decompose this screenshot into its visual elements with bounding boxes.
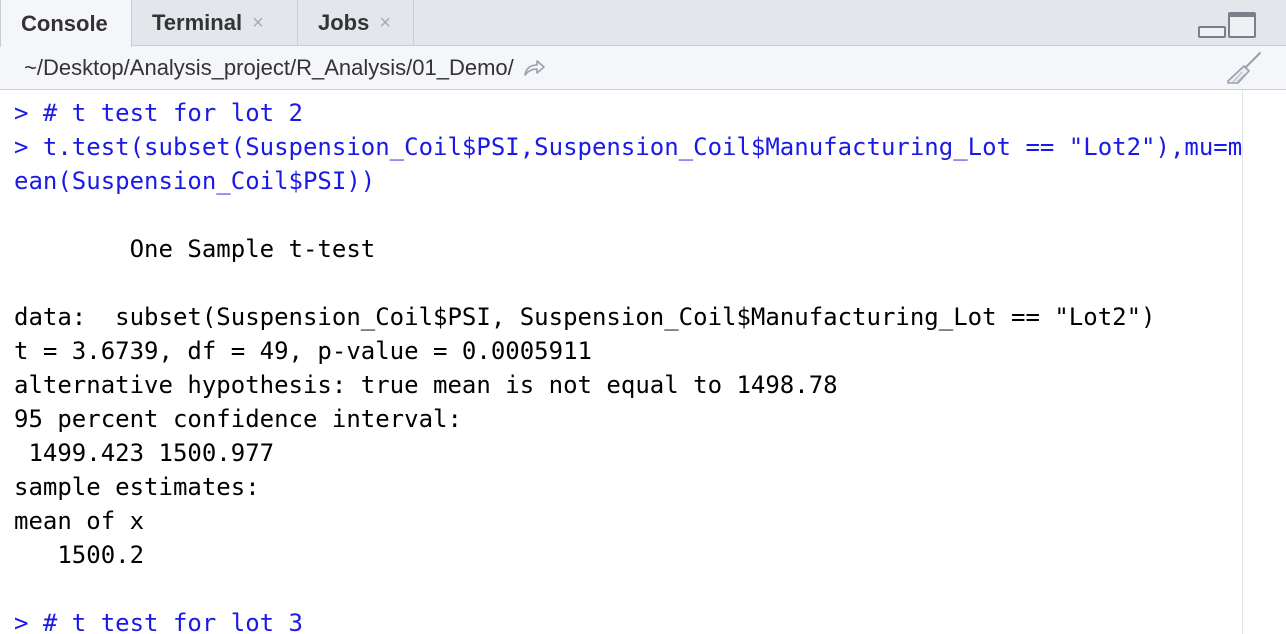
console-scrollbar[interactable] [1242, 90, 1286, 634]
goto-directory-icon[interactable] [522, 58, 546, 78]
console-output-line: 1500.2 [14, 541, 145, 569]
console-command-line: > # t test for lot 2 [14, 99, 303, 127]
tab-console-label: Console [21, 10, 108, 36]
close-icon[interactable]: × [379, 12, 391, 35]
console-output[interactable]: > # t test for lot 2 > t.test(subset(Susp… [0, 90, 1242, 634]
working-directory-bar: ~/Desktop/Analysis_project/R_Analysis/01… [0, 46, 1286, 90]
console-command-line: > # t test for lot 3 [14, 609, 303, 634]
console-output-line: data: subset(Suspension_Coil$PSI, Suspen… [14, 303, 1156, 331]
console-output-line: sample estimates: [14, 473, 260, 501]
console-command-line: ean(Suspension_Coil$PSI)) [14, 167, 376, 195]
console-output-line: 95 percent confidence interval: [14, 405, 462, 433]
tab-console[interactable]: Console [0, 0, 132, 47]
console-output-line: 1499.423 1500.977 [14, 439, 275, 467]
tab-terminal-label: Terminal [152, 10, 243, 35]
tab-jobs-label: Jobs [318, 10, 370, 35]
console-output-line: mean of x [14, 507, 145, 535]
tab-terminal[interactable]: Terminal × [132, 0, 298, 46]
pane-tabbar: Console Terminal × Jobs × [0, 0, 1286, 47]
clear-console-icon[interactable] [1224, 50, 1264, 92]
tab-jobs[interactable]: Jobs × [298, 0, 414, 46]
console-output-line: t = 3.6739, df = 49, p-value = 0.0005911 [14, 337, 592, 365]
console-command-line: > t.test(subset(Suspension_Coil$PSI,Susp… [14, 133, 1242, 161]
working-directory-path: ~/Desktop/Analysis_project/R_Analysis/01… [24, 54, 514, 80]
maximize-icon[interactable] [1228, 12, 1256, 38]
window-controls [1198, 12, 1256, 38]
close-icon[interactable]: × [252, 12, 264, 35]
console-output-line: alternative hypothesis: true mean is not… [14, 371, 838, 399]
console-output-line: One Sample t-test [14, 235, 376, 263]
minimize-icon[interactable] [1198, 26, 1226, 38]
